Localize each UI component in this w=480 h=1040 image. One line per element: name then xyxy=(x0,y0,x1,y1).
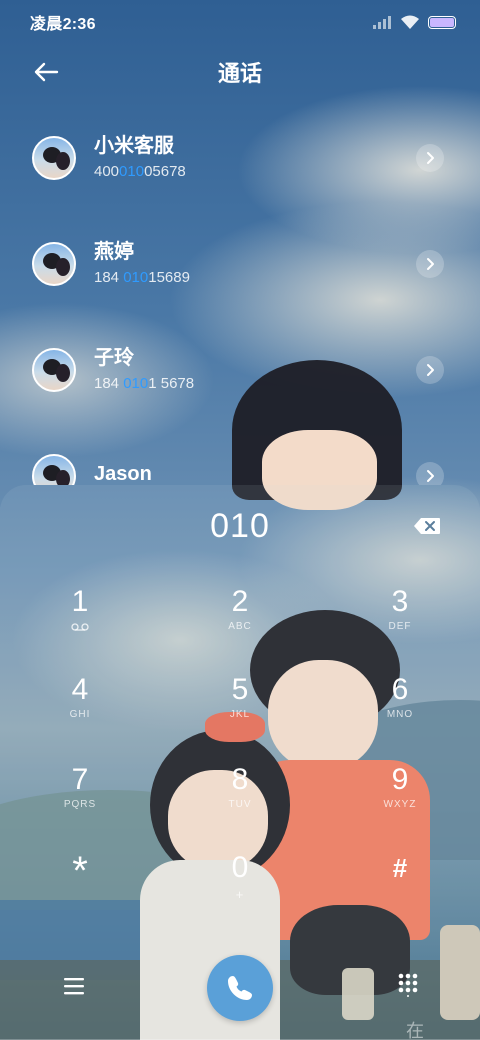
avatar xyxy=(32,242,76,286)
signal-icon xyxy=(373,16,391,29)
contact-text: 燕婷 184 01015689 xyxy=(94,240,190,288)
status-icons xyxy=(372,14,456,30)
wifi-icon xyxy=(401,15,419,29)
chevron-right-icon xyxy=(427,152,434,164)
avatar xyxy=(32,454,76,485)
chevron-right-icon xyxy=(427,364,434,376)
contact-text: Jason xyxy=(94,462,152,485)
contact-name: 小米客服 xyxy=(94,135,174,157)
contact-detail-button[interactable] xyxy=(416,462,444,485)
menu-button[interactable] xyxy=(58,971,90,1001)
contact-item[interactable]: Jason xyxy=(0,423,480,485)
backspace-icon xyxy=(414,518,440,534)
back-button[interactable] xyxy=(26,54,66,90)
chevron-right-icon xyxy=(427,258,434,270)
voicemail-icon xyxy=(71,623,89,631)
avatar xyxy=(32,136,76,180)
avatar xyxy=(32,348,76,392)
dialpad-toggle-button[interactable] xyxy=(392,969,424,1001)
battery-icon xyxy=(428,15,456,29)
chevron-right-icon xyxy=(427,470,434,482)
key-9[interactable]: 9 WXYZ xyxy=(350,763,450,833)
key-1[interactable]: 1 xyxy=(30,585,130,655)
contact-item[interactable]: 燕婷 184 01015689 xyxy=(0,211,480,317)
arrow-left-icon xyxy=(34,62,59,82)
key-hash[interactable]: # xyxy=(350,851,450,921)
contact-name: 燕婷 xyxy=(94,241,134,263)
key-5[interactable]: 5 JKL xyxy=(190,673,290,743)
status-bar: 凌晨2:36 xyxy=(0,0,480,44)
contact-text: 小米客服 40001005678 xyxy=(94,134,186,182)
backspace-button[interactable] xyxy=(410,515,444,537)
key-3[interactable]: 3 DEF xyxy=(350,585,450,655)
key-0[interactable]: 0 + xyxy=(190,851,290,921)
contact-item[interactable]: 子玲 184 0101 5678 xyxy=(0,317,480,423)
contact-name: 子玲 xyxy=(94,347,134,369)
contact-text: 子玲 184 0101 5678 xyxy=(94,346,194,394)
key-star[interactable]: * xyxy=(30,851,130,921)
dialer-panel: 010 1 2 ABC 3 DEF 4 GHI 5 JKL 6 MNO 7 PQ… xyxy=(0,485,480,1040)
contact-detail-button[interactable] xyxy=(416,144,444,172)
key-2[interactable]: 2 ABC xyxy=(190,585,290,655)
key-6[interactable]: 6 MNO xyxy=(350,673,450,743)
key-8[interactable]: 8 TUV xyxy=(190,763,290,833)
dialed-number: 010 xyxy=(210,507,270,545)
call-button[interactable] xyxy=(207,955,273,1021)
key-4[interactable]: 4 GHI xyxy=(30,673,130,743)
contact-detail-button[interactable] xyxy=(416,250,444,278)
contact-item[interactable]: 小米客服 40001005678 xyxy=(0,105,480,211)
contact-number: 40001005678 xyxy=(94,163,186,180)
wallpaper-watermark: 在 xyxy=(406,1021,424,1040)
contact-number: 184 0101 5678 xyxy=(94,375,195,392)
contact-number: 184 01015689 xyxy=(94,269,190,286)
header: 通话 xyxy=(0,44,480,100)
dialpad-icon xyxy=(398,973,418,997)
page-title: 通话 xyxy=(217,61,262,86)
phone-icon xyxy=(228,976,252,1000)
key-7[interactable]: 7 PQRS xyxy=(30,763,130,833)
menu-icon xyxy=(64,978,84,995)
contact-name: Jason xyxy=(94,463,152,485)
status-time: 凌晨2:36 xyxy=(30,16,96,33)
contact-list: 小米客服 40001005678 燕婷 184 01015689 子玲 184 … xyxy=(0,105,480,485)
contact-detail-button[interactable] xyxy=(416,356,444,384)
